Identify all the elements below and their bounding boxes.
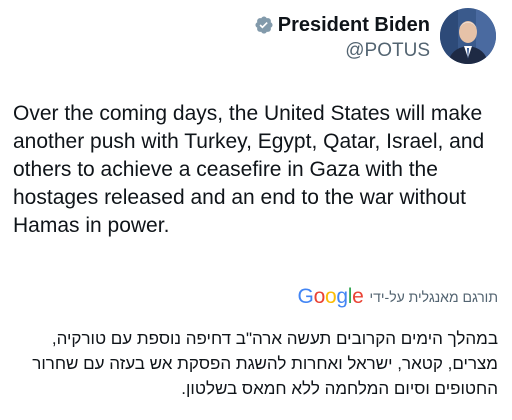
- author-info: President Biden @POTUS: [254, 9, 430, 63]
- tweet-header: President Biden @POTUS: [254, 8, 496, 64]
- google-logo: Google: [297, 285, 364, 308]
- tweet-body-text: Over the coming days, the United States …: [13, 102, 485, 237]
- avatar[interactable]: [440, 8, 496, 64]
- author-display-name[interactable]: President Biden: [278, 13, 430, 37]
- translation-attribution: Google תורגם מאנגלית על-ידי: [298, 285, 498, 309]
- translated-tweet-text: במהלך הימים הקרובים תעשה ארה"ב דחיפה נוס…: [32, 329, 498, 398]
- author-name-row[interactable]: President Biden: [254, 13, 430, 37]
- translated-by-label[interactable]: תורגם מאנגלית על-ידי: [370, 289, 499, 305]
- author-handle[interactable]: @POTUS: [345, 39, 430, 63]
- verified-badge-icon: [254, 15, 274, 35]
